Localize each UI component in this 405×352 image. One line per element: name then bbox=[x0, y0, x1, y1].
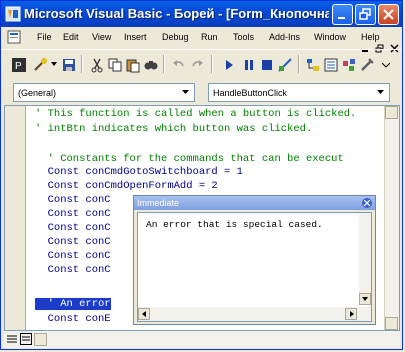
code-line: ' intBtn indicates which button was clic… bbox=[35, 123, 313, 135]
code-line: Const conCmdOpenFormAdd = 2 bbox=[35, 180, 218, 192]
immediate-close-button[interactable] bbox=[362, 198, 372, 208]
scroll-up-button[interactable] bbox=[385, 106, 398, 119]
immediate-title-bar[interactable]: Immediate bbox=[134, 196, 375, 210]
full-module-view-icon[interactable] bbox=[20, 333, 32, 345]
standard-toolbar: P bbox=[1, 49, 402, 78]
procedure-combo-dropdown[interactable] bbox=[373, 84, 389, 101]
vba-app-icon bbox=[5, 6, 21, 22]
restore-button[interactable] bbox=[355, 4, 376, 25]
form-module-icon[interactable] bbox=[7, 30, 21, 44]
redo-icon[interactable] bbox=[189, 57, 205, 73]
immediate-title: Immediate bbox=[137, 198, 180, 208]
code-line: Const conC bbox=[35, 208, 111, 220]
menu-debug[interactable]: Debug bbox=[162, 32, 189, 42]
scroll-down-button[interactable] bbox=[385, 317, 398, 330]
code-line: Const conC bbox=[35, 250, 111, 262]
paste-icon[interactable] bbox=[125, 57, 141, 73]
code-line: Const conC bbox=[35, 264, 111, 276]
close-button[interactable] bbox=[378, 4, 399, 25]
toolbar-options-icon[interactable] bbox=[382, 63, 390, 69]
menu-edit[interactable]: Edit bbox=[63, 32, 79, 42]
save-icon[interactable] bbox=[61, 57, 77, 73]
object-combo-value: (General) bbox=[18, 88, 57, 98]
immediate-vertical-scrollbar[interactable] bbox=[359, 213, 371, 305]
project-explorer-icon[interactable] bbox=[305, 57, 321, 73]
code-line: Const conC bbox=[35, 236, 111, 248]
menu-bar: File Edit View Insert Debug Run Tools Ad… bbox=[1, 27, 402, 47]
design-mode-icon[interactable] bbox=[277, 57, 293, 73]
code-line: ' This function is called when a button … bbox=[35, 108, 357, 120]
menu-file[interactable]: File bbox=[37, 32, 52, 42]
chevron-right-icon bbox=[350, 311, 354, 317]
immediate-output: An error that is special cased. bbox=[146, 219, 323, 230]
menu-window[interactable]: Window bbox=[314, 32, 346, 42]
object-browser-icon[interactable] bbox=[341, 57, 357, 73]
object-combo-dropdown[interactable] bbox=[178, 84, 194, 101]
insert-dropdown-icon[interactable] bbox=[51, 62, 57, 66]
reset-icon[interactable] bbox=[259, 57, 275, 73]
code-line: ' Constants for the commands that can be… bbox=[35, 153, 344, 165]
cut-icon[interactable] bbox=[89, 57, 105, 73]
immediate-window[interactable]: Immediate An error that is special cased… bbox=[133, 195, 376, 325]
chevron-left-icon bbox=[142, 311, 146, 317]
immediate-pane[interactable]: An error that is special cased. bbox=[137, 212, 372, 322]
minimize-button[interactable] bbox=[332, 4, 353, 25]
code-line: Const conCmdGotoSwitchboard = 1 bbox=[35, 166, 243, 178]
chevron-down-icon bbox=[182, 90, 189, 94]
window-title: Microsoft Visual Basic - Борей - [Form_К… bbox=[24, 6, 329, 21]
view-access-icon[interactable]: P bbox=[11, 57, 27, 73]
code-line: Const conC bbox=[35, 194, 111, 206]
procedure-combo-value: HandleButtonClick bbox=[213, 88, 288, 98]
menu-tools[interactable]: Tools bbox=[233, 32, 254, 42]
insert-userform-icon[interactable] bbox=[33, 57, 49, 73]
immediate-scroll-left-button[interactable] bbox=[138, 308, 150, 320]
immediate-scroll-down-button[interactable] bbox=[359, 293, 371, 305]
svg-text:P: P bbox=[15, 61, 22, 72]
immediate-horizontal-scrollbar[interactable] bbox=[138, 307, 371, 321]
menu-add-ins[interactable]: Add-Ins bbox=[269, 32, 300, 42]
editor-vertical-scrollbar[interactable] bbox=[384, 106, 399, 330]
code-line: Const conC bbox=[35, 222, 111, 234]
minimize-icon bbox=[338, 17, 345, 19]
undo-icon[interactable] bbox=[171, 57, 187, 73]
copy-icon[interactable] bbox=[107, 57, 123, 73]
chevron-down-icon bbox=[362, 297, 368, 301]
immediate-scroll-right-button[interactable] bbox=[345, 308, 357, 320]
object-combo[interactable]: (General) bbox=[13, 83, 195, 102]
run-icon[interactable] bbox=[221, 57, 237, 73]
menu-view[interactable]: View bbox=[92, 32, 111, 42]
close-icon bbox=[364, 200, 370, 206]
chevron-down-icon bbox=[377, 90, 384, 94]
menu-help[interactable]: Help bbox=[361, 32, 380, 42]
selected-code-line: ' An error bbox=[35, 298, 111, 310]
close-icon bbox=[383, 9, 394, 20]
code-line: Const conE bbox=[35, 313, 111, 325]
menu-run[interactable]: Run bbox=[201, 32, 218, 42]
editor-horizontal-scrollbar[interactable] bbox=[4, 331, 400, 348]
toolbox-icon[interactable] bbox=[359, 57, 375, 73]
vbe-window: Microsoft Visual Basic - Борей - [Form_К… bbox=[0, 0, 403, 350]
break-icon[interactable] bbox=[241, 57, 257, 73]
scroll-left-button[interactable] bbox=[34, 333, 47, 346]
properties-window-icon[interactable] bbox=[323, 57, 339, 73]
procedure-combo[interactable]: HandleButtonClick bbox=[208, 83, 390, 102]
find-icon[interactable] bbox=[143, 57, 159, 73]
restore-icon bbox=[359, 8, 371, 20]
menu-insert[interactable]: Insert bbox=[124, 32, 147, 42]
margin-indicator-bar[interactable] bbox=[5, 106, 26, 330]
procedure-view-icon[interactable] bbox=[6, 333, 18, 345]
title-bar[interactable]: Microsoft Visual Basic - Борей - [Form_К… bbox=[1, 1, 402, 27]
